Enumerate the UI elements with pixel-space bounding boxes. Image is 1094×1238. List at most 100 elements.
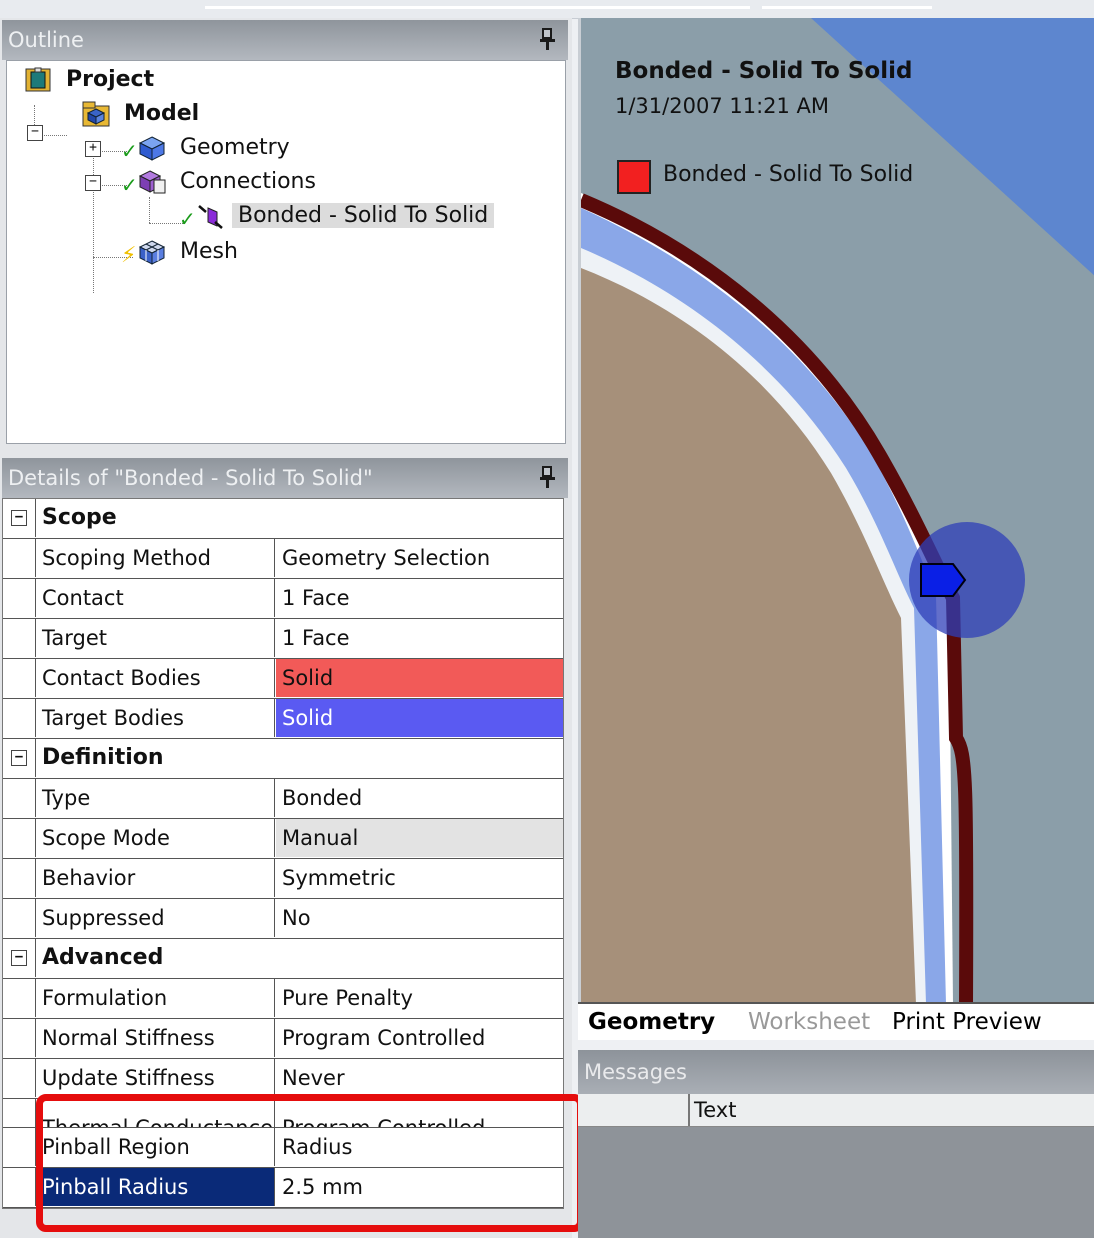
detail-value[interactable]: 1 Face — [276, 619, 563, 657]
tree-label-model: Model — [124, 101, 200, 126]
detail-row-normal-stiffness[interactable]: Normal Stiffness Program Controlled — [3, 1019, 563, 1059]
detail-row-scoping-method[interactable]: Scoping Method Geometry Selection — [3, 539, 563, 579]
connections-icon — [138, 170, 166, 194]
detail-row-target[interactable]: Target 1 Face — [3, 619, 563, 659]
messages-column-header: Text — [578, 1094, 1094, 1127]
detail-row-pinball-radius[interactable]: Pinball Radius 2.5 mm — [3, 1168, 563, 1208]
viewport-timestamp: 1/31/2007 11:21 AM — [615, 94, 830, 118]
collapse-definition-toggle[interactable]: − — [11, 750, 27, 766]
detail-key: Target — [35, 619, 275, 657]
toolbar-divider — [762, 6, 932, 9]
pin-icon[interactable] — [540, 28, 556, 52]
detail-value[interactable]: Pure Penalty — [276, 979, 563, 1017]
toolbar-divider — [205, 6, 750, 9]
outline-panel-title: Outline — [2, 20, 568, 60]
details-title: Details of "Bonded - Solid To Solid" — [8, 466, 373, 490]
detail-row-contact-bodies[interactable]: Contact Bodies Solid — [3, 659, 563, 699]
mesh-icon — [138, 240, 166, 265]
detail-value: Manual — [276, 819, 563, 857]
detail-value[interactable]: 2.5 mm — [276, 1168, 563, 1206]
detail-key: Type — [35, 779, 275, 817]
outline-title: Outline — [8, 28, 84, 52]
detail-value[interactable]: Symmetric — [276, 859, 563, 897]
top-toolbar-strip — [0, 0, 1094, 19]
detail-value[interactable]: Never — [276, 1059, 563, 1097]
tree-item-bonded-solid-to-solid[interactable]: Bonded - Solid To Solid — [195, 201, 495, 231]
detail-value[interactable]: Radius — [276, 1128, 563, 1166]
detail-row-scope-mode[interactable]: Scope Mode Manual — [3, 819, 563, 859]
project-icon — [25, 67, 51, 92]
tree-item-mesh[interactable]: Mesh — [137, 237, 244, 267]
detail-key: Scoping Method — [35, 539, 275, 577]
collapse-model-toggle[interactable]: − — [27, 125, 43, 141]
detail-value[interactable]: No — [276, 899, 563, 937]
detail-value[interactable]: Geometry Selection — [276, 539, 563, 577]
geometry-viewport[interactable]: Bonded - Solid To Solid 1/31/2007 11:21 … — [578, 18, 1094, 1004]
detail-key: Scope Mode — [35, 819, 275, 857]
ok-check-icon: ✓ — [121, 139, 138, 163]
collapse-advanced-toggle[interactable]: − — [11, 950, 27, 966]
messages-title: Messages — [578, 1050, 1094, 1094]
tab-worksheet[interactable]: Worksheet — [742, 1006, 876, 1038]
detail-value[interactable]: 1 Face — [276, 579, 563, 617]
group-advanced[interactable]: − Advanced — [3, 939, 563, 979]
tree-label-project: Project — [66, 67, 155, 92]
detail-value-target-bodies[interactable]: Solid — [276, 699, 563, 737]
tree-label-connections: Connections — [180, 169, 316, 194]
tab-print-preview[interactable]: Print Preview — [886, 1006, 1048, 1038]
tree-item-connections[interactable]: Connections — [137, 167, 322, 197]
detail-value[interactable]: Program Controlled — [276, 1019, 563, 1057]
detail-row-contact[interactable]: Contact 1 Face — [3, 579, 563, 619]
tree-connector — [93, 151, 94, 293]
model-icon — [82, 101, 110, 127]
messages-list — [578, 1127, 1094, 1238]
outline-tree: − + − Project Model ✓ Geometry ✓ Connect… — [6, 60, 566, 444]
detail-key: Contact Bodies — [35, 659, 275, 697]
pin-icon[interactable] — [540, 466, 556, 490]
group-label: Definition — [35, 739, 563, 777]
detail-row-behavior[interactable]: Behavior Symmetric — [3, 859, 563, 899]
group-scope[interactable]: − Scope — [3, 499, 563, 539]
details-panel-title: Details of "Bonded - Solid To Solid" — [2, 458, 568, 498]
detail-value[interactable]: Program Controlled — [276, 1099, 563, 1127]
tree-item-geometry[interactable]: Geometry — [137, 133, 296, 163]
tree-connector — [41, 135, 67, 136]
expand-geometry-toggle[interactable]: + — [85, 141, 101, 157]
viewport-tabs: Geometry Worksheet Print Preview — [578, 1002, 1094, 1040]
column-header-icon[interactable] — [578, 1094, 690, 1126]
ok-check-icon: ✓ — [121, 173, 138, 197]
detail-key: Formulation — [35, 979, 275, 1017]
tree-label-geometry: Geometry — [180, 135, 290, 160]
detail-row-type[interactable]: Type Bonded — [3, 779, 563, 819]
collapse-scope-toggle[interactable]: − — [11, 510, 27, 526]
detail-row-suppressed[interactable]: Suppressed No — [3, 899, 563, 939]
tree-connector — [149, 197, 150, 223]
tab-geometry[interactable]: Geometry — [582, 1006, 721, 1038]
tree-label-bonded: Bonded - Solid To Solid — [232, 203, 495, 228]
detail-value[interactable]: Bonded — [276, 779, 563, 817]
legend-label: Bonded - Solid To Solid — [663, 162, 914, 187]
tree-label-mesh: Mesh — [180, 239, 238, 264]
detail-row-target-bodies[interactable]: Target Bodies Solid — [3, 699, 563, 739]
group-definition[interactable]: − Definition — [3, 739, 563, 779]
details-grid: − Scope Scoping Method Geometry Selection… — [2, 498, 564, 1209]
tree-item-model[interactable]: Model — [81, 99, 205, 129]
column-header-text[interactable]: Text — [694, 1094, 736, 1126]
geometry-icon — [138, 136, 166, 161]
detail-value-contact-bodies[interactable]: Solid — [276, 659, 563, 697]
tree-item-project[interactable]: Project — [23, 65, 160, 95]
detail-key: Pinball Region — [35, 1128, 275, 1166]
detail-row-pinball-region[interactable]: Pinball Region Radius — [3, 1128, 563, 1168]
messages-panel: Messages Text — [578, 1050, 1094, 1238]
lightning-bolt-icon: ⚡ — [121, 243, 137, 268]
detail-key: Contact — [35, 579, 275, 617]
detail-row-update-stiffness[interactable]: Update Stiffness Never — [3, 1059, 563, 1099]
group-label: Advanced — [35, 939, 563, 977]
collapse-connections-toggle[interactable]: − — [85, 175, 101, 191]
detail-row-thermal-conductance[interactable]: Thermal ConductanceProgram Controlled — [3, 1099, 563, 1128]
detail-row-formulation[interactable]: Formulation Pure Penalty — [3, 979, 563, 1019]
legend-swatch — [617, 160, 651, 194]
detail-key: Target Bodies — [35, 699, 275, 737]
detail-key: Suppressed — [35, 899, 275, 937]
viewport-title: Bonded - Solid To Solid — [615, 58, 913, 84]
